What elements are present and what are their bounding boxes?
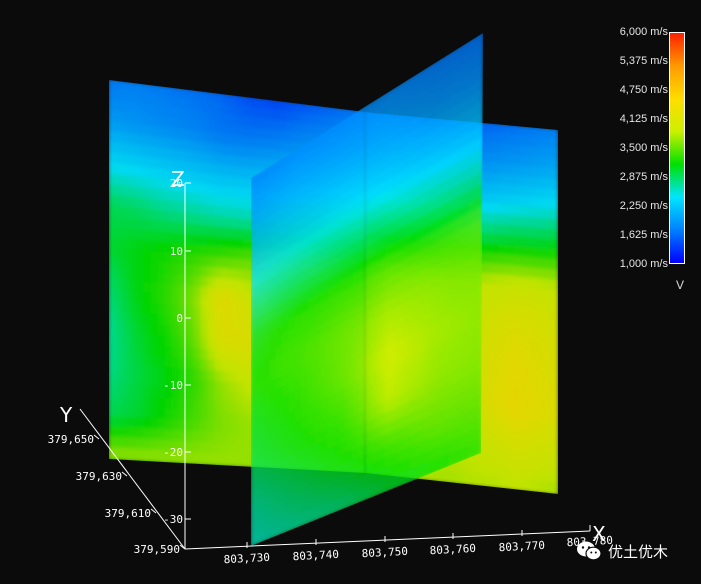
colorbar-tick-label: 1,625 m/s — [619, 229, 668, 241]
chart-stage: 20 10 0 -10 -20 -30 Z 803,730 803,740 803,750 803,… — [0, 0, 701, 584]
x-tick-label: 803,750 — [361, 545, 408, 560]
y-tick-mark — [93, 434, 100, 440]
y-tick-label: 379,630 — [76, 470, 122, 483]
colorbar-tick-label: 4,125 m/s — [619, 113, 668, 125]
colorbar-legend-labels: 6,000 m/s 5,375 m/s 4,750 m/s 4,125 m/s 3,50… — [560, 26, 668, 276]
x-tick-label: 803,770 — [498, 539, 545, 554]
y-tick-label: 379,650 — [48, 433, 94, 446]
z-tick-label: 10 — [170, 245, 183, 258]
y-tick-label: 379,610 — [105, 507, 151, 520]
colorbar-tick-label: 2,250 m/s — [619, 200, 668, 212]
watermark: 优土优木 — [576, 540, 668, 562]
colorbar-variable-label: V — [676, 278, 685, 292]
colorbar-tick-label: 2,875 m/s — [619, 171, 668, 183]
z-tick-label: -20 — [163, 446, 183, 459]
x-tick-label: 803,740 — [292, 548, 339, 563]
z-axis-title: Z — [171, 167, 185, 191]
y-tick-label: 379,590 — [134, 543, 180, 556]
z-tick-label: 0 — [176, 312, 183, 325]
y-axis-title: Y — [59, 403, 73, 427]
watermark-text: 优土优木 — [608, 542, 669, 561]
colorbar — [669, 32, 685, 264]
colorbar-tick-label: 6,000 m/s — [619, 26, 668, 38]
z-tick-label: -10 — [163, 379, 183, 392]
x-tick-label: 803,730 — [223, 551, 270, 566]
y-tick-mark — [121, 471, 128, 477]
colorbar-tick-label: 4,750 m/s — [619, 84, 668, 96]
x-tick-label: 803,760 — [429, 542, 476, 557]
colorbar-tick-label: 3,500 m/s — [619, 142, 668, 154]
colorbar-tick-label: 5,375 m/s — [619, 55, 668, 67]
colorbar-tick-label: 1,000 m/s — [619, 258, 668, 270]
x-axis: 803,730 803,740 803,750 803,760 803,770 803,7… — [184, 522, 613, 566]
wechat-icon — [577, 541, 602, 561]
